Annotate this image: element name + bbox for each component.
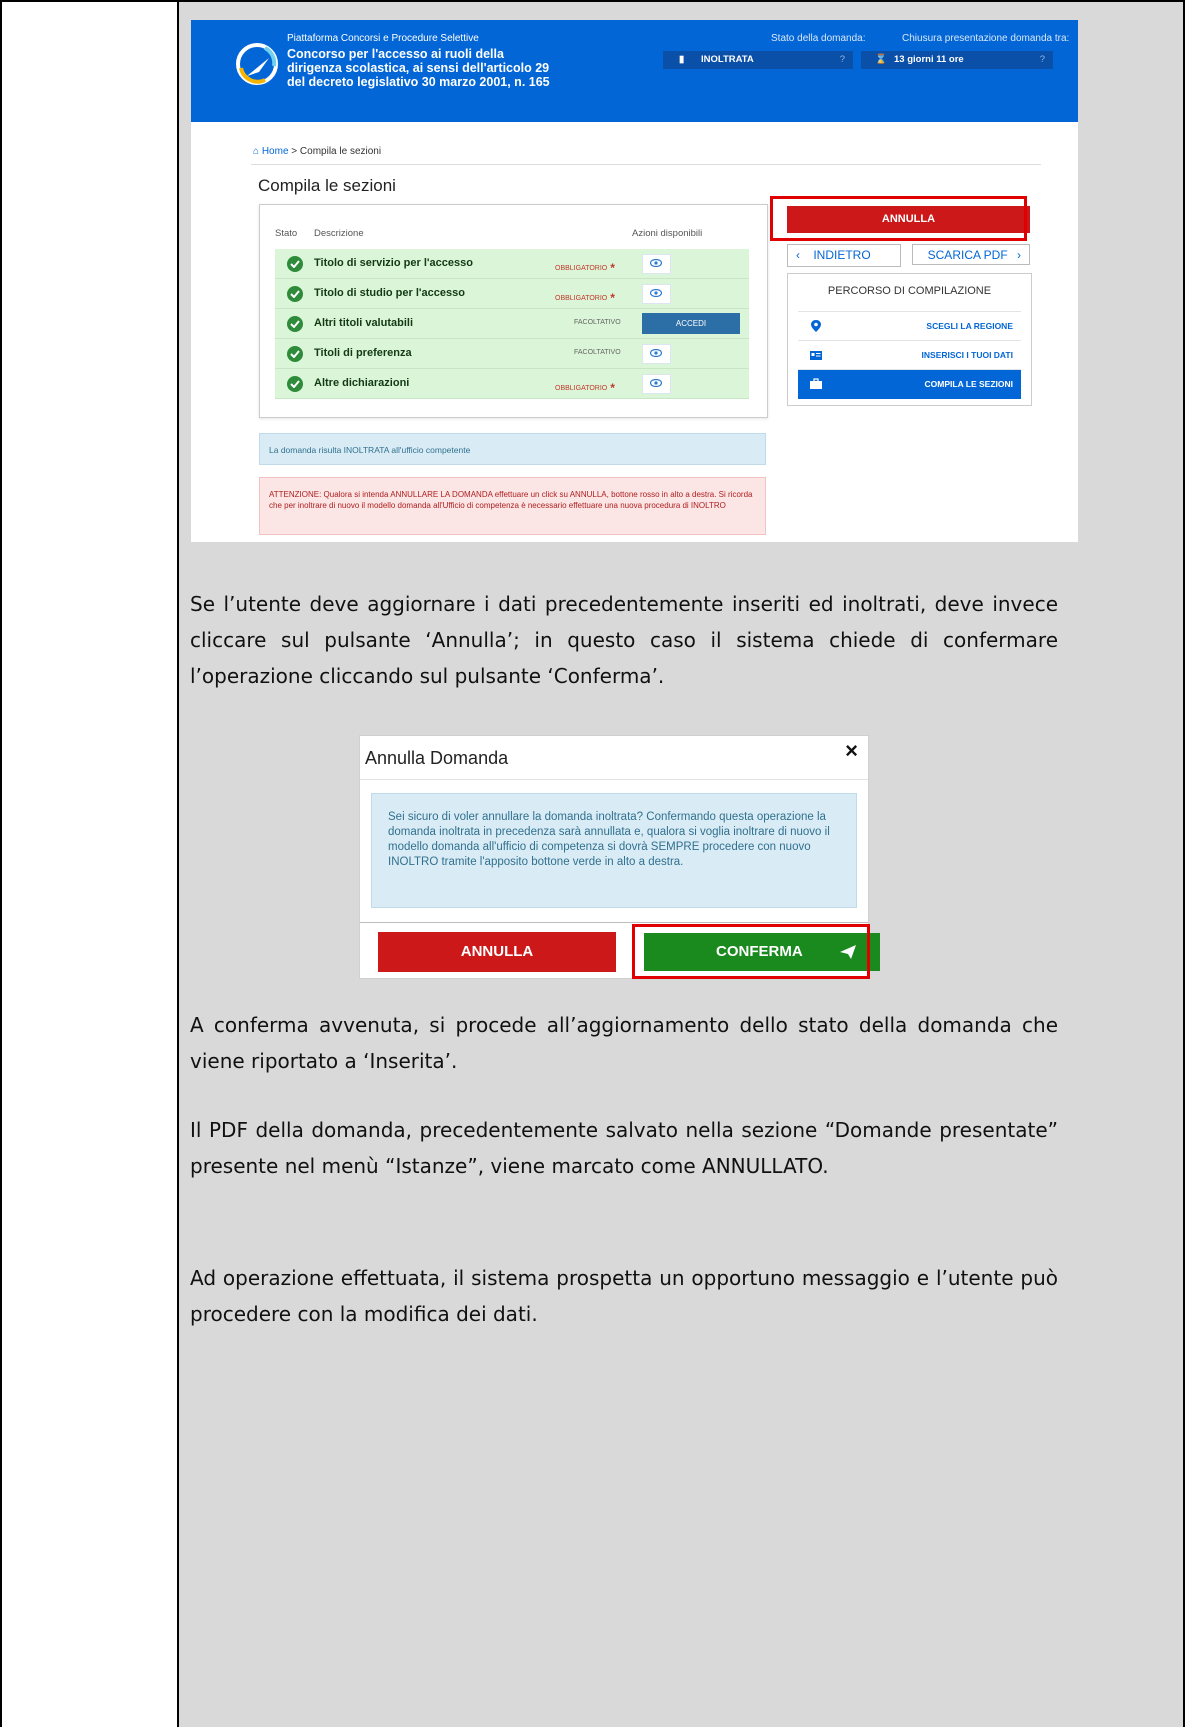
- breadcrumb-divider: [251, 164, 1041, 165]
- scarica-pdf-button[interactable]: SCARICA PDF ›: [912, 244, 1030, 265]
- table-row: Altri titoli valutabili FACOLTATIVO ACCE…: [275, 309, 749, 339]
- platform-name: Piattaforma Concorsi e Procedure Seletti…: [287, 33, 479, 44]
- concorso-title: Concorso per l'accesso ai ruoli della di…: [287, 47, 550, 89]
- home-icon[interactable]: ⌂: [253, 146, 259, 157]
- row-description: Altri titoli valutabili: [314, 317, 414, 329]
- highlight-box: [770, 196, 1027, 241]
- dialog-title: Annulla Domanda: [365, 748, 509, 768]
- breadcrumb: ⌂ Home > Compila le sezioni: [253, 146, 381, 157]
- eye-icon: [650, 259, 662, 267]
- table-row: Titolo di servizio per l'accesso OBBLIGA…: [275, 249, 749, 279]
- view-button[interactable]: [642, 284, 671, 304]
- col-header-stato: Stato: [275, 228, 298, 239]
- view-button[interactable]: [642, 254, 671, 274]
- info-alert: La domanda risulta INOLTRATA all'ufficio…: [259, 433, 766, 465]
- percorso-item-regione[interactable]: SCEGLI LA REGIONE: [798, 311, 1021, 341]
- check-circle-icon: [287, 286, 303, 302]
- percorso-item-sezioni[interactable]: COMPILA LE SEZIONI: [798, 369, 1021, 399]
- close-icon[interactable]: ×: [845, 738, 858, 764]
- table-row: Titoli di preferenza FACOLTATIVO: [275, 339, 749, 369]
- dialog-divider: [360, 779, 868, 780]
- chiusura-badge: ⌛ 13 giorni 11 ore ?: [861, 51, 1053, 69]
- row-description: Titolo di servizio per l'accesso: [314, 257, 473, 269]
- map-marker-icon: [811, 320, 821, 332]
- view-button[interactable]: [642, 344, 671, 364]
- check-circle-icon: [287, 346, 303, 362]
- warning-alert: ATTENZIONE: Qualora si intenda ANNULLARE…: [259, 477, 766, 535]
- row-description: Altre dichiarazioni: [314, 377, 410, 389]
- row-description: Titoli di preferenza: [314, 347, 412, 359]
- row-tipo: OBBLIGATORIO *: [555, 261, 615, 275]
- check-circle-icon: [287, 376, 303, 392]
- page-title: Compila le sezioni: [258, 176, 396, 195]
- stato-badge: ▮ INOLTRATA ?: [663, 51, 853, 69]
- dialog-annulla-button[interactable]: ANNULLA: [378, 932, 616, 972]
- chiusura-label: Chiusura presentazione domanda tra:: [902, 33, 1070, 44]
- indietro-button[interactable]: ‹ INDIETRO: [787, 244, 901, 267]
- paragraph-messaggio: Ad operazione effettuata, il sistema pro…: [190, 1266, 1058, 1326]
- chevron-left-icon: ‹: [796, 248, 800, 262]
- annulla-domanda-dialog: Annulla Domanda × Sei sicuro di voler an…: [359, 735, 880, 979]
- percorso-panel: PERCORSO DI COMPILAZIONE SCEGLI LA REGIO…: [787, 273, 1032, 406]
- paragraph-conferma: A conferma avvenuta, si procede all’aggi…: [190, 1013, 1058, 1073]
- chevron-right-icon: ›: [1017, 248, 1021, 262]
- stato-help[interactable]: ?: [840, 51, 845, 69]
- check-circle-icon: [287, 316, 303, 332]
- hourglass-icon: ⌛: [875, 54, 887, 65]
- breadcrumb-separator: >: [291, 146, 298, 157]
- dialog-footer-divider: [360, 922, 868, 923]
- database-icon: ▮: [679, 54, 685, 65]
- platform-logo-icon: [236, 43, 278, 85]
- stato-value: INOLTRATA: [701, 54, 754, 65]
- eye-icon: [650, 289, 662, 297]
- breadcrumb-current: Compila le sezioni: [299, 146, 382, 157]
- check-circle-icon: [287, 256, 303, 272]
- percorso-item-dati[interactable]: INSERISCI I TUOI DATI: [798, 340, 1021, 370]
- view-button[interactable]: [642, 374, 671, 394]
- row-description: Titolo di studio per l'accesso: [314, 287, 465, 299]
- table-row: Altre dichiarazioni OBBLIGATORIO *: [275, 369, 749, 399]
- row-tipo: FACOLTATIVO: [574, 349, 621, 356]
- paragraph-annulla: Se l’utente deve aggiornare i dati prece…: [190, 592, 1058, 688]
- highlight-box: [632, 924, 870, 979]
- briefcase-icon: [810, 378, 822, 389]
- col-header-descrizione: Descrizione: [314, 228, 364, 239]
- id-card-icon: [810, 351, 822, 360]
- stato-label: Stato della domanda:: [771, 33, 866, 44]
- chiusura-value: 13 giorni 11 ore: [894, 54, 964, 65]
- table-row: Titolo di studio per l'accesso OBBLIGATO…: [275, 279, 749, 309]
- row-tipo: OBBLIGATORIO *: [555, 381, 615, 395]
- row-tipo: FACOLTATIVO: [574, 319, 621, 326]
- accedi-button[interactable]: ACCEDI: [642, 313, 740, 334]
- row-tipo: OBBLIGATORIO *: [555, 291, 615, 305]
- eye-icon: [650, 349, 662, 357]
- breadcrumb-home[interactable]: Home: [262, 146, 289, 157]
- paragraph-pdf: Il PDF della domanda, precedentemente sa…: [190, 1118, 1058, 1178]
- dialog-message: Sei sicuro di voler annullare la domanda…: [371, 793, 857, 908]
- chiusura-help[interactable]: ?: [1040, 51, 1045, 69]
- percorso-title: PERCORSO DI COMPILAZIONE: [827, 285, 992, 297]
- eye-icon: [650, 379, 662, 387]
- app-header: Piattaforma Concorsi e Procedure Seletti…: [191, 20, 1078, 122]
- col-header-azioni: Azioni disponibili: [632, 228, 703, 239]
- screenshot-compila-sezioni: Piattaforma Concorsi e Procedure Seletti…: [191, 20, 1078, 542]
